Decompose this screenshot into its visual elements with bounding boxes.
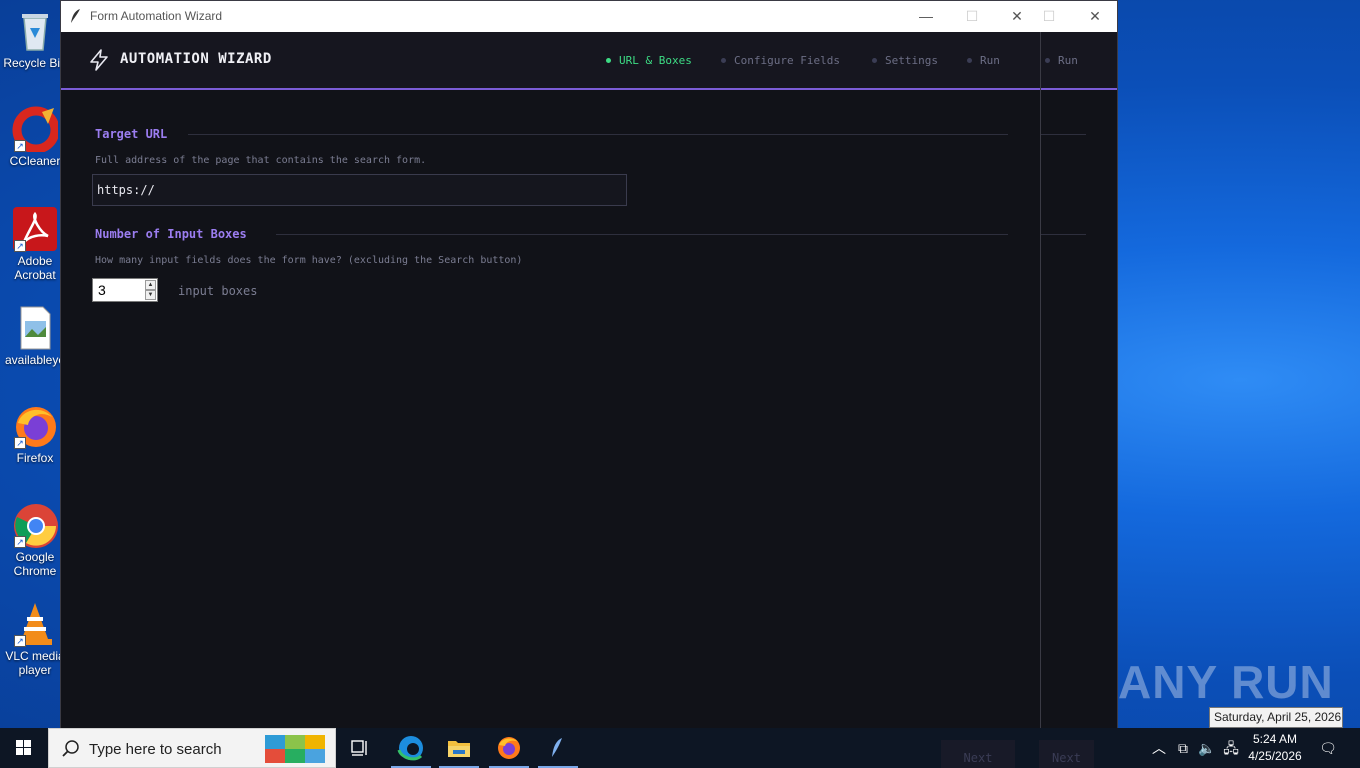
search-icon (61, 739, 81, 759)
input-boxes-spinbox[interactable]: 3 ▲ ▼ (92, 278, 158, 302)
step-label: Run (980, 54, 1000, 67)
target-url-hint: Full address of the page that contains t… (95, 155, 427, 166)
window-title: Form Automation Wizard (90, 9, 223, 23)
volume-icon: 🔈 (1198, 740, 1216, 756)
show-hidden-icons-button[interactable]: ︿ (1148, 728, 1170, 768)
ghost-maximize-button: ☐ (1026, 1, 1072, 32)
desktop-icon-label: Recycle Bin (3, 56, 67, 70)
task-view-button[interactable] (336, 728, 384, 768)
section-divider-ghost (1041, 134, 1086, 135)
windows-logo-icon (16, 740, 31, 755)
ghost-next-button-duplicate: Next (1039, 740, 1094, 768)
step-label: Configure Fields (734, 54, 840, 67)
step-dot-icon (721, 57, 726, 63)
maximize-button[interactable]: ☐ (949, 1, 995, 32)
taskbar-form-automation-wizard[interactable] (534, 728, 582, 768)
clock-time: 5:24 AM (1252, 732, 1298, 746)
section-divider (276, 234, 1008, 235)
step-url-boxes[interactable]: URL & Boxes (606, 54, 692, 67)
taskbar-clock[interactable]: 5:24 AM 4/25/2026 (1244, 731, 1306, 765)
wizard-window: Form Automation Wizard — ☐ ✕ ☐ ✕ AUTOMAT… (60, 0, 1118, 729)
lightning-bolt-icon (88, 49, 110, 71)
wizard-header: AUTOMATION WIZARD URL & Boxes Configure … (61, 32, 1117, 90)
camera-icon: ⧉ (1178, 740, 1188, 756)
tray-volume[interactable]: 🔈 (1196, 728, 1218, 768)
ccleaner-icon: ↗ (12, 106, 60, 154)
spin-down-arrow-icon[interactable]: ▼ (145, 290, 156, 300)
desktop-icon-label: Google Chrome (13, 550, 57, 578)
spinbox-value[interactable]: 3 (98, 282, 106, 298)
step-settings[interactable]: Settings (872, 54, 938, 67)
step-label: Run (1058, 54, 1078, 67)
target-url-heading: Target URL (95, 127, 168, 141)
step-dot-icon (1045, 57, 1050, 63)
search-placeholder: Type here to search (89, 741, 222, 758)
start-button[interactable] (0, 728, 48, 768)
desktop-icon-label: CCleaner (9, 154, 61, 168)
action-center-button[interactable]: 🗨 (1312, 728, 1344, 768)
notification-icon: 🗨 (1319, 740, 1337, 756)
section-divider (188, 134, 1008, 135)
wizard-content: Target URL Full address of the page that… (61, 90, 1117, 729)
desktop-icon-label: Adobe Acrobat (14, 254, 56, 282)
task-view-icon (351, 740, 367, 756)
tray-network[interactable]: 🖧 (1220, 728, 1242, 768)
clock-date: 4/25/2026 (1248, 749, 1302, 763)
feather-icon (552, 738, 562, 757)
step-run-duplicate[interactable]: Run (1045, 54, 1078, 67)
desktop-icon-label: availableye (4, 353, 66, 367)
input-boxes-heading: Number of Input Boxes (95, 227, 247, 241)
taskbar-firefox[interactable] (485, 728, 533, 768)
app-name: AUTOMATION WIZARD (120, 51, 272, 67)
close-icon: ✕ (1011, 8, 1023, 24)
step-dot-icon (872, 57, 877, 63)
chrome-icon: ↗ (12, 502, 58, 548)
tray-meet-now[interactable]: ⧉ (1172, 728, 1194, 768)
ghost-next-button: Next (941, 740, 1015, 768)
close-icon: ✕ (1089, 8, 1101, 24)
firefox-icon (498, 737, 520, 759)
recycle-bin-icon (12, 8, 58, 54)
step-label: Settings (885, 54, 938, 67)
feather-icon (70, 8, 82, 24)
spin-up-arrow-icon[interactable]: ▲ (145, 280, 156, 290)
firefox-icon: ↗ (12, 403, 58, 449)
taskbar-edge[interactable] (387, 728, 435, 768)
window-ghost-divider (1040, 32, 1041, 729)
section-divider-ghost (1041, 234, 1086, 235)
step-dot-icon (606, 57, 611, 63)
taskbar-search-box[interactable]: Type here to search (48, 728, 336, 768)
window-titlebar[interactable]: Form Automation Wizard — ☐ ✕ ☐ ✕ (61, 1, 1117, 32)
vlc-icon: ↗ (12, 601, 58, 647)
taskbar: Type here to search ︿ ⧉ 🔈 🖧 5:24 AM 4/25… (0, 728, 1360, 768)
step-configure-fields[interactable]: Configure Fields (721, 54, 840, 67)
input-boxes-hint: How many input fields does the form have… (95, 255, 523, 266)
edge-icon (397, 736, 423, 761)
minimize-button[interactable]: — (903, 1, 949, 32)
folder-icon (448, 741, 470, 757)
search-highlight-puzzle-icon (265, 733, 327, 768)
maximize-icon: ☐ (965, 8, 979, 24)
maximize-icon: ☐ (1042, 8, 1056, 24)
anyrun-watermark: ANY RUN (1118, 656, 1334, 708)
network-icon: 🖧 (1223, 740, 1239, 756)
image-file-icon (12, 305, 58, 351)
input-boxes-unit-label: input boxes (178, 284, 258, 298)
adobe-acrobat-icon: ↗ (12, 206, 58, 252)
step-run[interactable]: Run (967, 54, 1000, 67)
step-label: URL & Boxes (619, 54, 692, 67)
desktop-icon-label: Firefox (16, 451, 54, 465)
ghost-close-button[interactable]: ✕ (1072, 1, 1118, 32)
target-url-input[interactable] (92, 174, 627, 206)
minimize-icon: — (919, 8, 933, 24)
desktop-icon-label: VLC media player (5, 649, 65, 677)
taskbar-file-explorer[interactable] (435, 728, 483, 768)
step-dot-icon (967, 57, 972, 63)
date-tooltip: Saturday, April 25, 2026 (1209, 707, 1343, 728)
chevron-up-icon: ︿ (1152, 740, 1166, 756)
